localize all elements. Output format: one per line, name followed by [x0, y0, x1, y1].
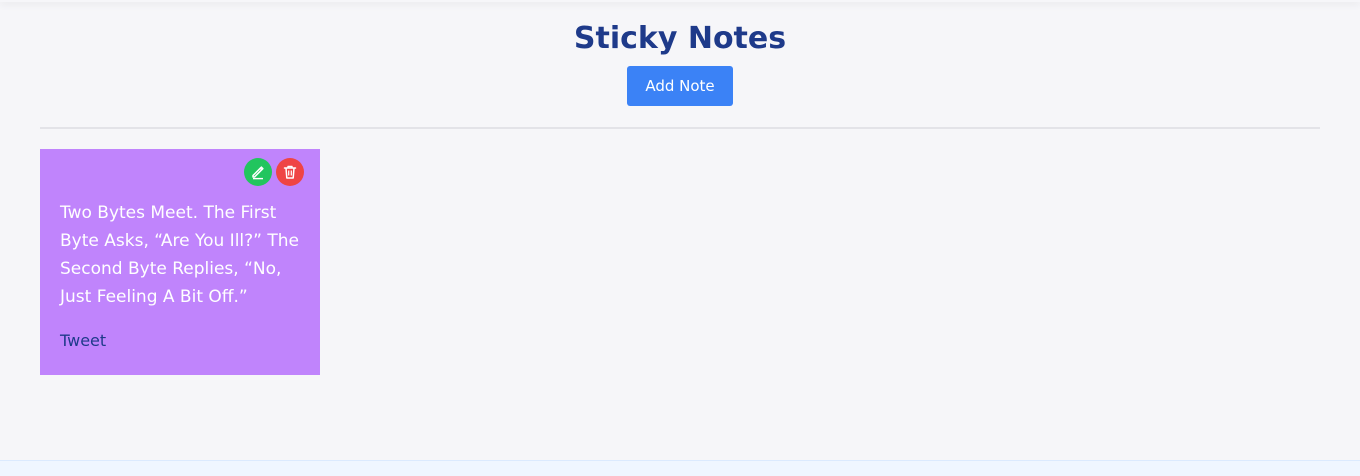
top-bar	[0, 0, 1360, 2]
pencil-icon	[252, 166, 264, 180]
page-header: Sticky Notes	[0, 20, 1360, 58]
trash-icon	[283, 165, 297, 179]
page-title: Sticky Notes	[573, 21, 787, 56]
note-tag-link[interactable]: Tweet	[60, 331, 106, 350]
divider	[40, 127, 1320, 129]
note-text: Two Bytes Meet. The First Byte Asks, “Ar…	[60, 203, 299, 307]
edit-note-button[interactable]	[244, 158, 272, 186]
add-note-button[interactable]: Add Note	[627, 66, 733, 106]
delete-note-button[interactable]	[276, 158, 304, 186]
note-actions	[244, 158, 304, 186]
footer	[0, 460, 1360, 476]
sticky-note: Two Bytes Meet. The First Byte Asks, “Ar…	[40, 149, 320, 375]
